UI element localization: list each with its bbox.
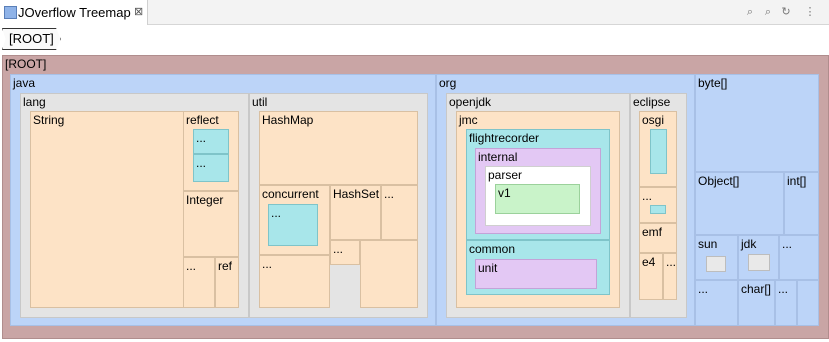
node-label: Object[] xyxy=(698,174,740,188)
node-string[interactable]: String xyxy=(30,111,184,308)
node-label: lang xyxy=(23,95,46,109)
node-label: ... xyxy=(698,282,709,296)
breadcrumb-bar xyxy=(0,26,829,54)
node-label: reflect xyxy=(186,113,219,127)
node-label: internal xyxy=(478,150,518,164)
node-label: ... xyxy=(666,255,677,269)
node-integer[interactable]: Integer xyxy=(183,191,239,257)
node-jdk-child[interactable] xyxy=(748,254,770,271)
node-label: ... xyxy=(196,156,207,170)
node-label: flightrecorder xyxy=(469,131,540,145)
node-unit[interactable]: unit xyxy=(475,259,597,289)
close-icon[interactable]: ⊠ xyxy=(134,5,143,18)
node-char-array[interactable]: char[] xyxy=(738,280,775,326)
node-label: int[] xyxy=(787,174,807,188)
menu-icon[interactable]: ⋮ xyxy=(803,5,817,19)
node-label: util xyxy=(252,95,268,109)
node-v1[interactable]: v1 xyxy=(495,184,580,214)
node-label: ... xyxy=(262,257,273,271)
node-label: parser xyxy=(488,168,523,182)
node-util-misc-c[interactable]: ... xyxy=(330,240,360,265)
treemap-icon xyxy=(4,6,17,19)
node-label: e4 xyxy=(642,255,656,269)
node-label: eclipse xyxy=(633,95,671,109)
node-concurrent-child[interactable]: ... xyxy=(268,204,318,246)
node-hashset[interactable]: HashSet xyxy=(330,185,381,240)
node-reflect-b[interactable]: ... xyxy=(193,154,229,182)
node-label: v1 xyxy=(498,186,511,200)
node-util-misc-b[interactable]: ... xyxy=(259,255,330,308)
node-right-misc-d[interactable] xyxy=(797,280,819,326)
node-label: String xyxy=(33,113,65,127)
node-object-array[interactable]: Object[] xyxy=(695,172,784,235)
tab-title: JOverflow Treemap xyxy=(18,5,131,20)
node-label: common xyxy=(469,242,516,256)
zoom-out-icon[interactable]: ⌕ xyxy=(761,5,775,19)
node-util-misc-a[interactable]: ... xyxy=(381,185,418,240)
node-label: ... xyxy=(782,237,793,251)
node-label: emf xyxy=(642,225,663,239)
node-right-misc-a[interactable]: ... xyxy=(779,235,819,280)
view-tab-bar: JOverflow Treemap ⊠ ⌕ ⌕ ↻ ⋮ xyxy=(0,0,829,25)
node-ref[interactable]: ref xyxy=(215,257,239,308)
node-right-misc-c[interactable]: ... xyxy=(775,280,797,326)
node-byte-array[interactable]: byte[] xyxy=(695,74,819,172)
node-label: org xyxy=(439,76,457,90)
node-label: concurrent xyxy=(262,187,319,201)
node-lang-misc[interactable]: ... xyxy=(183,257,215,308)
node-label: HashMap xyxy=(262,113,314,127)
node-label: ... xyxy=(778,282,789,296)
node-right-misc-b[interactable]: ... xyxy=(695,280,738,326)
refresh-icon[interactable]: ↻ xyxy=(779,5,793,19)
node-hashmap[interactable]: HashMap xyxy=(259,111,418,185)
node-label: unit xyxy=(478,261,498,275)
node-label: java xyxy=(13,76,36,90)
node-label: ... xyxy=(186,259,197,273)
node-label: openjdk xyxy=(449,95,492,109)
node-eclipse-misc-child[interactable] xyxy=(650,205,666,214)
zoom-in-icon[interactable]: ⌕ xyxy=(743,5,757,19)
node-label: char[] xyxy=(741,282,772,296)
node-eclipse-misc-b[interactable]: ... xyxy=(663,253,677,300)
node-sun-child[interactable] xyxy=(706,256,726,272)
node-util-misc-d[interactable] xyxy=(360,240,418,308)
node-label: ... xyxy=(196,131,207,145)
node-label: byte[] xyxy=(698,76,728,90)
node-label: jdk xyxy=(741,237,757,251)
node-osgi-child[interactable] xyxy=(650,129,667,174)
node-label: Integer xyxy=(186,193,224,207)
node-label: ... xyxy=(333,242,344,256)
node-label: ref xyxy=(218,259,233,273)
node-label: ... xyxy=(271,206,282,220)
node-emf[interactable]: emf xyxy=(639,223,677,253)
node-label: ... xyxy=(642,189,653,203)
node-e4[interactable]: e4 xyxy=(639,253,663,300)
node-label: jmc xyxy=(459,113,478,127)
node-label: osgi xyxy=(642,113,665,127)
node-reflect-a[interactable]: ... xyxy=(193,129,229,154)
tab-joverflow-treemap[interactable]: JOverflow Treemap ⊠ xyxy=(0,0,148,25)
node-label: sun xyxy=(698,237,718,251)
node-label: HashSet xyxy=(333,187,380,201)
node-label: [ROOT] xyxy=(5,57,47,71)
breadcrumb-root[interactable]: [ROOT] xyxy=(2,28,61,50)
node-int-array[interactable]: int[] xyxy=(784,172,819,235)
node-label: ... xyxy=(384,187,395,201)
